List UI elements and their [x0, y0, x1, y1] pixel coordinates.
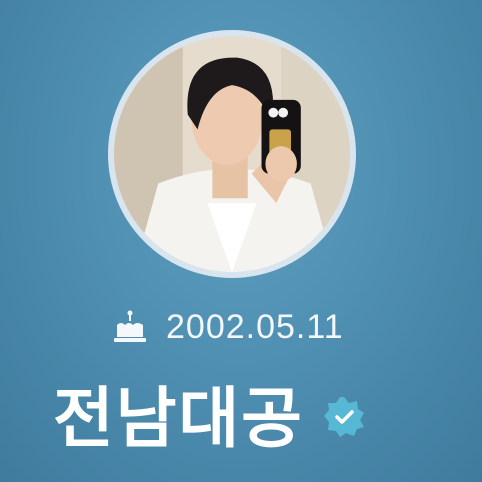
profile-card: 2002.05.11 전남대공 [0, 0, 482, 482]
profile-photo [114, 36, 350, 272]
profile-avatar[interactable] [108, 30, 356, 278]
birthday-text: 2002.05.11 [166, 307, 344, 346]
profile-name: 전남대공 [53, 381, 304, 455]
birthday-row: 2002.05.11 [112, 305, 344, 349]
cake-icon [114, 310, 146, 342]
verified-badge-icon [323, 397, 364, 437]
name-row: 전남대공 [53, 365, 366, 461]
